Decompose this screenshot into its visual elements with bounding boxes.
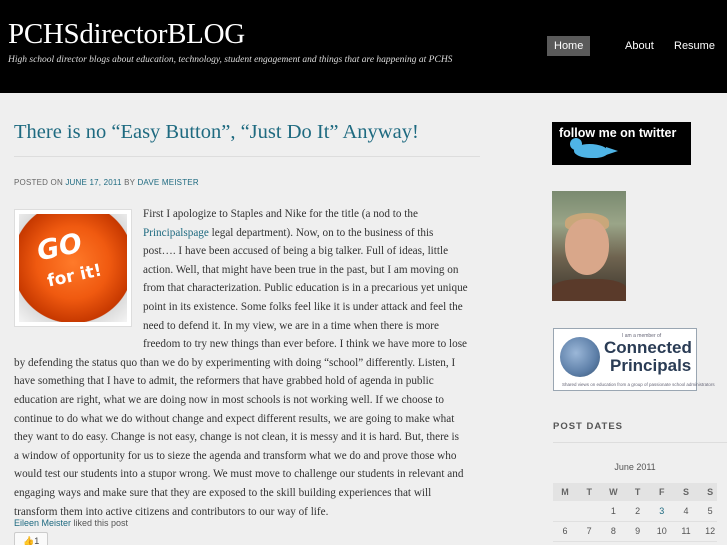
- post-body-line: transform them into active citizens and …: [14, 505, 329, 518]
- posted-on-label: POSTED ON: [14, 178, 63, 187]
- connected-principals-badge[interactable]: I am a member of Connected Principals Sh…: [553, 328, 715, 391]
- post-body-line: would test our students into a stupor wr…: [14, 468, 464, 481]
- site-description: High school director blogs about educati…: [8, 55, 453, 65]
- nav-home[interactable]: Home: [547, 36, 591, 56]
- calendar-row-divider: [553, 521, 717, 522]
- cp-tagline: Shared views on education from a group o…: [562, 382, 715, 387]
- post-body-line: continue to do what we do without change…: [14, 412, 455, 425]
- post-dates-title: POST DATES: [553, 421, 623, 432]
- post-body-line: they want to do easy. Change is not easy…: [14, 431, 460, 444]
- post-body-line: point in its existence. Some folks feel …: [143, 301, 463, 313]
- post-body-line: from that characterization. Public educa…: [143, 282, 468, 295]
- calendar-day-header: S: [707, 487, 714, 497]
- title-divider: [14, 156, 480, 157]
- calendar-day: 2: [635, 506, 641, 516]
- calendar-day-link[interactable]: 3: [650, 506, 674, 516]
- calendar-day: 1: [610, 506, 616, 516]
- author-link[interactable]: DAVE MEISTER: [137, 178, 198, 187]
- calendar-caption: June 2011: [614, 462, 656, 472]
- calendar-row-divider: [553, 540, 717, 542]
- like-button[interactable]: 👍1: [14, 532, 48, 545]
- post-body-line: freedom to try new things than ever befo…: [143, 338, 468, 351]
- go-for-it-button-image: GO for it!: [19, 214, 127, 322]
- nav-about[interactable]: About: [618, 36, 661, 56]
- calendar-day-header: F: [659, 487, 665, 497]
- calendar-day: 9: [635, 525, 641, 536]
- calendar-day: 4: [683, 506, 689, 516]
- calendar-day-header: T: [586, 487, 592, 497]
- post-body-line: have something that I have to admit, the…: [14, 375, 434, 388]
- post-title[interactable]: There is no “Easy Button”, “Just Do It” …: [14, 121, 419, 144]
- site-header: PCHSdirectorBLOG High school director bl…: [0, 0, 727, 93]
- calendar-day: 11: [681, 525, 691, 536]
- calendar-day: 12: [705, 525, 716, 536]
- liked-by-line: Eileen Meister liked this post: [14, 518, 128, 528]
- principalspage-link[interactable]: Principalspage: [143, 227, 209, 239]
- globe-icon: [560, 337, 600, 377]
- calendar-day-header: W: [609, 487, 618, 497]
- cp-word-connected: Connected: [604, 338, 692, 357]
- widget-divider: [553, 442, 727, 443]
- calendar-day-header: M: [561, 487, 569, 497]
- post-body-line: education are right, what we are doing n…: [14, 394, 445, 406]
- calendar-day-header: S: [682, 487, 689, 497]
- author-photo: [552, 191, 626, 301]
- thumbs-up-icon: 👍: [23, 536, 35, 545]
- twitter-follow-badge[interactable]: follow me on twitter: [552, 122, 691, 165]
- image-text-go: GO: [34, 227, 85, 268]
- calendar-day: 5: [707, 506, 713, 516]
- post-body-line: engaging ways and make sure that they ar…: [14, 487, 432, 499]
- calendar-day: 8: [610, 525, 616, 536]
- post-body-line: by defending the status quo than we do b…: [14, 356, 456, 369]
- post-body-line: action. Well, that might have been true …: [143, 263, 459, 276]
- image-text-for-it: for it!: [45, 260, 104, 292]
- by-label: BY: [124, 178, 135, 187]
- liker-link[interactable]: Eileen Meister: [14, 518, 71, 528]
- twitter-bird-icon: [570, 138, 618, 158]
- post-body-line: First I apologize to Staples and Nike fo…: [143, 208, 418, 220]
- calendar-day: 7: [586, 525, 592, 536]
- main-nav: Home About Resume: [0, 36, 727, 56]
- calendar-day: 10: [656, 525, 667, 536]
- post-body-line: need to defend it. In my view, we are in…: [143, 319, 439, 332]
- post-body-line: a window of opportunity for us to sieze …: [14, 449, 457, 462]
- post-body-line: Principalspage legal department). Now, o…: [143, 226, 434, 239]
- cp-word-principals: Principals: [610, 356, 692, 375]
- post-body-line: post…. I have been accused of being a bi…: [143, 245, 449, 258]
- liked-text: liked this post: [71, 518, 129, 528]
- post-image[interactable]: GO for it!: [14, 209, 132, 327]
- post-meta: POSTED ON JUNE 17, 2011 BY DAVE MEISTER: [14, 178, 199, 187]
- calendar-day-header: T: [634, 487, 641, 497]
- post-date-link[interactable]: JUNE 17, 2011: [65, 178, 121, 187]
- calendar-day: 6: [562, 525, 568, 536]
- like-count: 1: [34, 536, 40, 545]
- nav-resume[interactable]: Resume: [667, 36, 722, 56]
